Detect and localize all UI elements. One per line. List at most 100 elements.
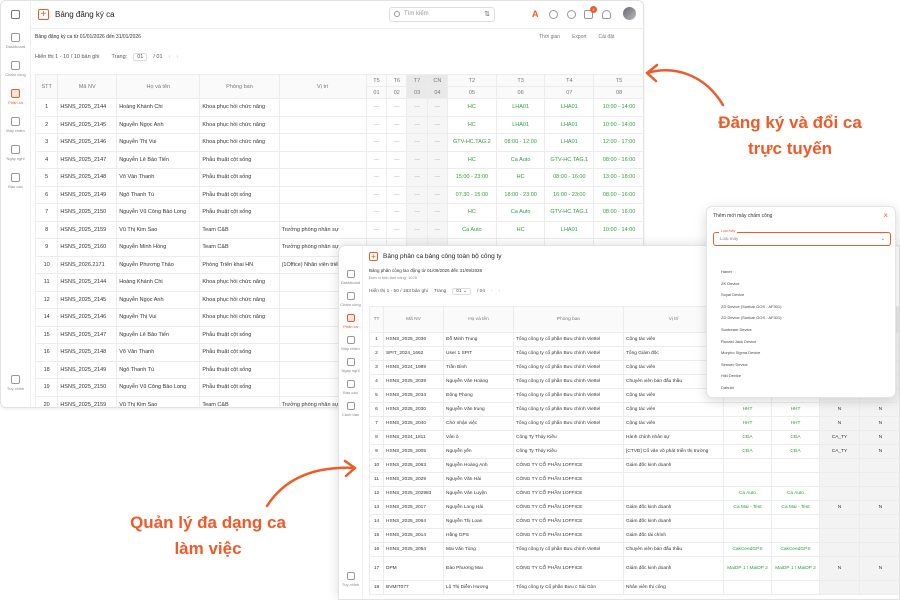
device-option[interactable]: Hiki Device [721, 373, 741, 378]
shift-cell[interactable]: CA_TY [819, 444, 860, 459]
shift-cell[interactable]: 08:00 - 16:00 [544, 168, 595, 187]
shift-cell[interactable]: LHA01 [544, 220, 595, 239]
shift-cell[interactable] [819, 458, 860, 473]
shift-cell[interactable] [771, 528, 820, 543]
clock-icon[interactable] [567, 10, 576, 19]
shift-cell[interactable]: LHA01 [544, 115, 595, 134]
shift-cell[interactable]: 12:00 - 17:00 [593, 133, 643, 152]
device-option[interactable]: Dahubi [721, 385, 734, 390]
shift-cell[interactable] [859, 458, 899, 473]
shift-cell[interactable]: HC [495, 168, 546, 187]
time-filter-button[interactable]: Thời gian [539, 34, 560, 40]
device-option[interactable]: Ronald Jack Device [721, 339, 756, 344]
table-row[interactable]: 18 BVMIT077 Lộ Thị Diễm Hương Tổng công ty … [369, 580, 899, 595]
sidebar-item-6[interactable]: Cảnh báo [339, 402, 362, 417]
shift-cell[interactable]: N [819, 402, 860, 417]
shift-cell[interactable] [859, 486, 899, 501]
shift-cell[interactable]: LHA01 [495, 115, 546, 134]
shift-cell[interactable]: GTV-HC.TAG.2 [447, 133, 497, 152]
shift-cell[interactable]: LHA01 [495, 98, 546, 117]
shift-cell[interactable]: 13:00 - 18:00 [593, 168, 643, 187]
device-option[interactable]: Sensec Device [721, 362, 748, 367]
shift-cell[interactable] [771, 458, 820, 473]
shift-cell[interactable]: N [819, 500, 860, 515]
page-input[interactable]: 01 [133, 53, 148, 61]
shift-cell[interactable] [859, 580, 899, 595]
shift-cell[interactable] [723, 514, 772, 529]
shift-cell[interactable]: MaiDP 1 / MaiDP 2 [771, 556, 820, 581]
table-row[interactable]: 12 HSNS_2025_202983 Nguyễn Văn Luyện CÔNG T… [369, 486, 899, 501]
shift-cell[interactable]: HHT [771, 402, 820, 417]
table-row[interactable]: 2 HSNS_2025_2145 Nguyễn Ngọc Anh Khoa phục … [34, 115, 643, 134]
device-option[interactable]: ZK Device [721, 281, 739, 286]
table-row[interactable]: 4 HSNS_2025_2147 Nguyễn Lê Bảo Tiến Phẫu th… [34, 150, 643, 169]
shift-cell[interactable]: N [859, 556, 899, 581]
shift-cell[interactable] [819, 486, 860, 501]
sidebar-item-5[interactable]: Báo cáo [339, 380, 362, 395]
table-row[interactable]: 6 HSNS_2025_2030 Nguyễn Văn trung Tổng công… [369, 402, 899, 417]
sidebar-item-0[interactable]: Dashboard [1, 33, 30, 49]
shift-cell[interactable] [771, 514, 820, 529]
shift-cell[interactable] [859, 514, 899, 529]
shift-cell[interactable]: HC [447, 115, 497, 134]
table-row[interactable]: 11 HSNS_2025_2029 Nguyễn Văn Hải CÔNG TY CỔ… [369, 472, 899, 487]
shift-cell[interactable]: 08:00 - 12:00 [495, 133, 546, 152]
device-option[interactable]: Soyal Device [721, 292, 744, 297]
shift-cell[interactable]: LHA01 [544, 133, 595, 152]
shift-cell[interactable]: HC [495, 220, 546, 239]
shift-cell[interactable]: MaiDP 1 / MaiDP 2 [723, 556, 772, 581]
shift-cell[interactable]: CakCeedGPS [771, 542, 820, 557]
shift-cell[interactable]: 08:00 - 16:00 [593, 185, 643, 204]
device-option[interactable]: ZD Device (Sunbar GOS - AF301) [721, 304, 781, 309]
table-row[interactable]: 3 HSNS_2025_2146 Nguyễn Thị Vui Khoa phục h… [34, 133, 643, 152]
shift-cell[interactable]: Ca Auto [495, 203, 546, 222]
shift-cell[interactable]: HC [447, 203, 497, 222]
shift-cell[interactable]: 08:00 - 16:00 [593, 203, 643, 222]
sidebar-item-2[interactable]: Phân ca [339, 314, 362, 329]
shift-cell[interactable]: 07:30 - 15:00 [447, 185, 497, 204]
device-option[interactable]: ZD Device (Sunbar GOS - AF301) [721, 315, 781, 320]
shift-cell[interactable]: 16:00 - 23:00 [544, 185, 595, 204]
table-row[interactable]: 6 HSNS_2025_2149 Ngô Thanh Tú Phẫu thuật cộ… [34, 185, 643, 204]
shift-cell[interactable] [771, 580, 820, 595]
shift-cell[interactable]: Ca Mai - Test [771, 500, 820, 515]
table-row[interactable]: 7 HSNS_2025_2040 Chờ nhận việc Tổng công ty… [369, 416, 899, 431]
shift-cell[interactable]: GTV-HC.TAG.1 [544, 203, 595, 222]
shift-cell[interactable] [859, 472, 899, 487]
shift-cell[interactable]: N [819, 416, 860, 431]
shift-cell[interactable] [819, 514, 860, 529]
shift-cell[interactable]: N [859, 500, 899, 515]
device-option[interactable]: Suntream Device [721, 327, 752, 332]
close-icon[interactable]: × [883, 211, 888, 220]
shift-cell[interactable] [723, 528, 772, 543]
shift-cell[interactable] [723, 458, 772, 473]
message-icon[interactable] [549, 10, 558, 19]
shift-cell[interactable]: N [859, 416, 899, 431]
shift-cell[interactable]: 10:00 - 14:00 [593, 220, 643, 239]
table-row[interactable]: 14 HSNS_2025_2064 Nguyễn Thị Loan CÔNG TY C… [369, 514, 899, 529]
shift-cell[interactable]: Ca Mai - Test [723, 500, 772, 515]
sidebar-item-3[interactable]: Máy chấm [1, 117, 30, 133]
shift-cell[interactable]: CakCeedGPS [723, 542, 772, 557]
shift-cell[interactable]: HHT [723, 416, 772, 431]
table-row[interactable]: 10 HSNS_2025_2063 Nguyễn Hoàng Anh CÔNG TY … [369, 458, 899, 473]
sidebar-item-4[interactable]: Ngày nghỉ [1, 145, 30, 161]
shift-cell[interactable] [859, 542, 899, 557]
prev-page-icon[interactable]: ‹ [491, 289, 493, 294]
avatar[interactable] [623, 7, 636, 20]
apps-grid-icon[interactable] [11, 10, 20, 19]
shift-cell[interactable]: HHT [723, 402, 772, 417]
sidebar-item-1[interactable]: Chấm công [339, 292, 362, 307]
next-page-icon[interactable]: › [176, 54, 178, 60]
shift-cell[interactable]: Ca Auto [447, 220, 497, 239]
shift-cell[interactable]: LHA01 [544, 98, 595, 117]
shift-cell[interactable]: HC [447, 98, 497, 117]
export-button[interactable]: Export [572, 34, 586, 40]
table-row[interactable]: 5 HSNS_2025_2148 Võ Văn Thanh Phẫu thuật cộ… [34, 168, 643, 187]
shift-cell[interactable]: 10:00 - 14:00 [593, 115, 643, 134]
sidebar-item-0[interactable]: Dashboard [339, 270, 362, 285]
shift-cell[interactable]: Ca Auto [495, 150, 546, 169]
add-icon[interactable]: + [369, 252, 378, 261]
table-row[interactable]: 1 HSNS_2025_2144 Hoàng Khánh Chi Khoa phục … [34, 98, 643, 117]
shift-cell[interactable]: CA_TY [819, 430, 860, 445]
